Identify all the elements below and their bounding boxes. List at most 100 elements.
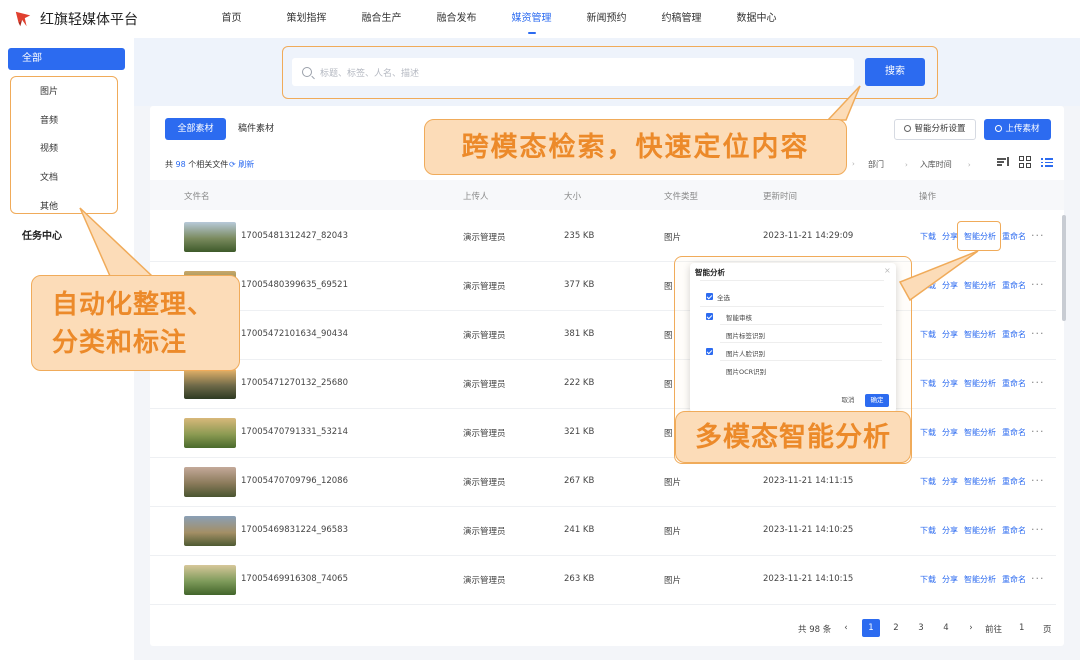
page-4[interactable]: 4 (937, 619, 955, 637)
nav-item-publishing[interactable]: 融合发布 (419, 0, 494, 38)
next-page-icon[interactable]: › (962, 619, 980, 637)
download-link[interactable]: 下载 (920, 427, 936, 438)
file-name[interactable]: 17005469831224_96583 (241, 525, 348, 535)
rename-link[interactable]: 重命名 (1002, 574, 1026, 585)
file-thumbnail[interactable] (184, 418, 236, 448)
nav-item-data-center[interactable]: 数据中心 (719, 0, 794, 38)
more-actions-icon[interactable]: ··· (1031, 474, 1045, 487)
page-1[interactable]: 1 (862, 619, 880, 637)
sidebar-item-audio[interactable]: 音频 (40, 113, 58, 126)
share-link[interactable]: 分享 (942, 329, 958, 340)
rename-link[interactable]: 重命名 (1002, 476, 1026, 487)
sidebar-item-video[interactable]: 视频 (40, 141, 58, 154)
rename-link[interactable]: 重命名 (1002, 231, 1026, 242)
checkbox-face-recognition[interactable] (706, 348, 713, 355)
storage-time-filter[interactable]: › 入库时间 › (905, 159, 971, 170)
sidebar-item-image[interactable]: 图片 (40, 84, 58, 97)
more-actions-icon[interactable]: ··· (1031, 376, 1045, 389)
more-actions-icon[interactable]: ··· (1031, 327, 1045, 340)
download-link[interactable]: 下载 (920, 231, 936, 242)
page-2[interactable]: 2 (887, 619, 905, 637)
smart-analysis-link[interactable]: 智能分析 (964, 378, 996, 389)
analysis-settings-button[interactable]: 智能分析设置 (894, 119, 976, 140)
rename-link[interactable]: 重命名 (1002, 378, 1026, 389)
share-link[interactable]: 分享 (942, 574, 958, 585)
file-name[interactable]: 17005470709796_12086 (241, 476, 348, 486)
share-link[interactable]: 分享 (942, 525, 958, 536)
rename-link[interactable]: 重命名 (1002, 427, 1026, 438)
close-icon[interactable]: × (884, 266, 891, 275)
more-actions-icon[interactable]: ··· (1031, 572, 1045, 585)
download-link[interactable]: 下载 (920, 329, 936, 340)
share-link[interactable]: 分享 (942, 378, 958, 389)
nav-item-asset-management[interactable]: 媒资管理 (494, 0, 569, 38)
file-name[interactable]: 17005481312427_82043 (241, 231, 348, 241)
share-link[interactable]: 分享 (942, 231, 958, 242)
share-link[interactable]: 分享 (942, 280, 958, 291)
download-link[interactable]: 下载 (920, 280, 936, 291)
file-thumbnail[interactable] (184, 222, 236, 252)
more-actions-icon[interactable]: ··· (1031, 229, 1045, 242)
scrollbar[interactable] (1062, 215, 1066, 321)
tab-manuscript-assets[interactable]: 稿件素材 (238, 118, 274, 140)
sidebar-item-document[interactable]: 文档 (40, 170, 58, 183)
share-link[interactable]: 分享 (942, 427, 958, 438)
prev-page-icon[interactable]: ‹ (837, 619, 855, 637)
more-actions-icon[interactable]: ··· (1031, 278, 1045, 291)
brand[interactable]: 红旗轻媒体平台 (14, 9, 194, 29)
nav-item-planning[interactable]: 策划指挥 (269, 0, 344, 38)
smart-analysis-link[interactable]: 智能分析 (964, 329, 996, 340)
smart-analysis-link[interactable]: 智能分析 (964, 427, 996, 438)
rename-link[interactable]: 重命名 (1002, 329, 1026, 340)
nav-item-commission[interactable]: 约稿管理 (644, 0, 719, 38)
download-link[interactable]: 下载 (920, 525, 936, 536)
smart-analysis-link[interactable]: 智能分析 (964, 280, 996, 291)
checkbox-smart-review[interactable] (706, 313, 713, 320)
search-input[interactable]: 标题、标签、人名、描述 (292, 58, 854, 86)
download-link[interactable]: 下载 (920, 378, 936, 389)
sidebar-item-other[interactable]: 其他 (40, 199, 58, 212)
callout-auto-organize: 自动化整理、 分类和标注 (31, 275, 240, 371)
sort-icon[interactable] (997, 156, 1009, 168)
file-thumbnail[interactable] (184, 467, 236, 497)
file-thumbnail[interactable] (184, 565, 236, 595)
share-link[interactable]: 分享 (942, 476, 958, 487)
smart-analysis-link[interactable]: 智能分析 (964, 525, 996, 536)
refresh-button[interactable]: ⟳ 刷新 (229, 159, 254, 170)
download-link[interactable]: 下载 (920, 574, 936, 585)
download-link[interactable]: 下载 (920, 476, 936, 487)
more-actions-icon[interactable]: ··· (1031, 425, 1045, 438)
more-actions-icon[interactable]: ··· (1031, 523, 1045, 536)
rename-link[interactable]: 重命名 (1002, 525, 1026, 536)
sidebar-item-all[interactable]: 全部 (8, 48, 125, 70)
file-name[interactable]: 17005470791331_53214 (241, 427, 348, 437)
dialog-cancel-button[interactable]: 取消 (837, 394, 859, 407)
department-filter[interactable]: 部门 (868, 159, 884, 170)
goto-page-input[interactable]: 1 (1019, 623, 1024, 633)
list-view-icon[interactable] (1041, 156, 1053, 168)
nav-item-news-booking[interactable]: 新闻预约 (569, 0, 644, 38)
dialog-divider (720, 342, 882, 343)
file-name[interactable]: 17005471270132_25680 (241, 378, 348, 388)
grid-view-icon[interactable] (1019, 156, 1031, 168)
file-thumbnail[interactable] (184, 369, 236, 399)
storage-time-filter-label: 入库时间 (919, 160, 952, 169)
sidebar-item-task-center[interactable]: 任务中心 (22, 227, 62, 242)
file-name[interactable]: 17005472101634_90434 (241, 329, 348, 339)
file-name[interactable]: 17005469916308_74065 (241, 574, 348, 584)
search-button[interactable]: 搜索 (865, 58, 925, 86)
upload-button[interactable]: 上传素材 (984, 119, 1051, 140)
dialog-confirm-button[interactable]: 确定 (865, 394, 889, 407)
smart-analysis-link[interactable]: 智能分析 (964, 574, 996, 585)
file-name[interactable]: 17005480399635_69521 (241, 280, 348, 290)
filter-caret[interactable]: › (848, 159, 855, 168)
tab-all-assets[interactable]: 全部素材 (165, 118, 226, 140)
file-thumbnail[interactable] (184, 516, 236, 546)
nav-item-production[interactable]: 融合生产 (344, 0, 419, 38)
nav-item-home[interactable]: 首页 (194, 0, 269, 38)
rename-link[interactable]: 重命名 (1002, 280, 1026, 291)
smart-analysis-link[interactable]: 智能分析 (964, 476, 996, 487)
page-3[interactable]: 3 (912, 619, 930, 637)
checkbox-select-all[interactable] (706, 293, 713, 300)
callout-auto-line-1: 自动化整理、 (52, 290, 215, 320)
